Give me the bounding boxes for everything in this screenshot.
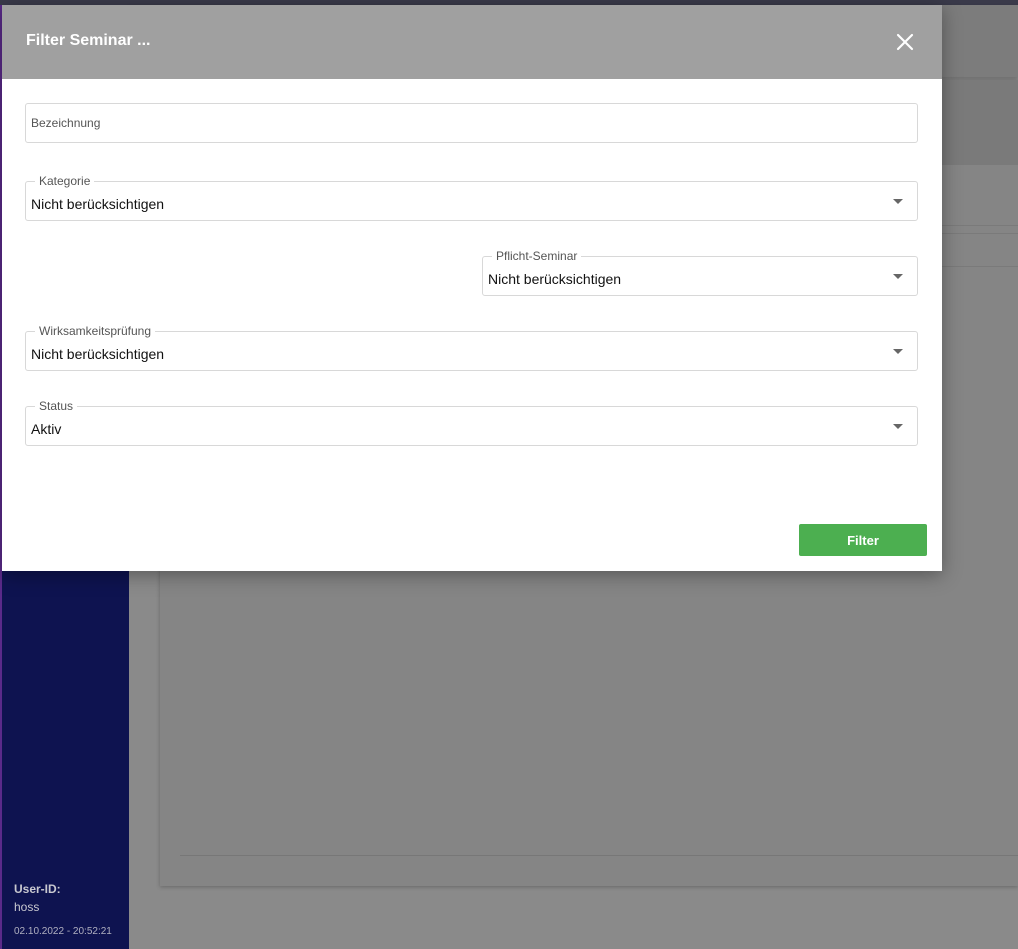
wirksamkeitspruefung-value: Nicht berücksichtigen	[31, 346, 165, 362]
status-label: Status	[35, 399, 78, 413]
user-name: hoss	[14, 900, 40, 914]
kategorie-value: Nicht berücksichtigen	[31, 196, 165, 212]
dialog-title: Filter Seminar ...	[26, 32, 151, 49]
session-timestamp: 02.10.2022 - 20:52:21	[14, 926, 112, 937]
dialog-header: Filter Seminar ...	[2, 5, 942, 79]
user-info: User-ID: hoss 02.10.2022 - 20:52:21	[14, 882, 112, 937]
card-row-outline	[940, 233, 1018, 267]
kategorie-label: Kategorie	[35, 174, 95, 188]
close-icon	[896, 33, 914, 51]
card-divider	[940, 225, 1018, 226]
status-select[interactable]: Status Aktiv	[25, 399, 918, 446]
user-id-label: User-ID:	[14, 882, 61, 896]
kategorie-select[interactable]: Kategorie Nicht berücksichtigen	[25, 174, 918, 221]
wirksamkeitspruefung-select[interactable]: Wirksamkeitsprüfung Nicht berücksichtige…	[25, 324, 918, 371]
chevron-down-icon	[893, 424, 903, 429]
pflicht-seminar-select[interactable]: Pflicht-Seminar Nicht berücksichtigen	[482, 249, 918, 296]
pflicht-seminar-label: Pflicht-Seminar	[492, 249, 582, 263]
chevron-down-icon	[893, 199, 903, 204]
close-button[interactable]	[892, 29, 918, 55]
bezeichnung-field	[25, 103, 918, 143]
chevron-down-icon	[893, 349, 903, 354]
filter-button[interactable]: Filter	[799, 524, 927, 556]
card-bottom-divider	[180, 855, 1018, 856]
chevron-down-icon	[893, 274, 903, 279]
bezeichnung-input[interactable]	[26, 104, 917, 142]
wirksamkeitspruefung-label: Wirksamkeitsprüfung	[35, 324, 156, 338]
status-value: Aktiv	[31, 421, 62, 437]
pflicht-seminar-value: Nicht berücksichtigen	[488, 271, 622, 287]
filter-dialog: Filter Seminar ... Kategorie Nicht berüc…	[2, 5, 942, 571]
